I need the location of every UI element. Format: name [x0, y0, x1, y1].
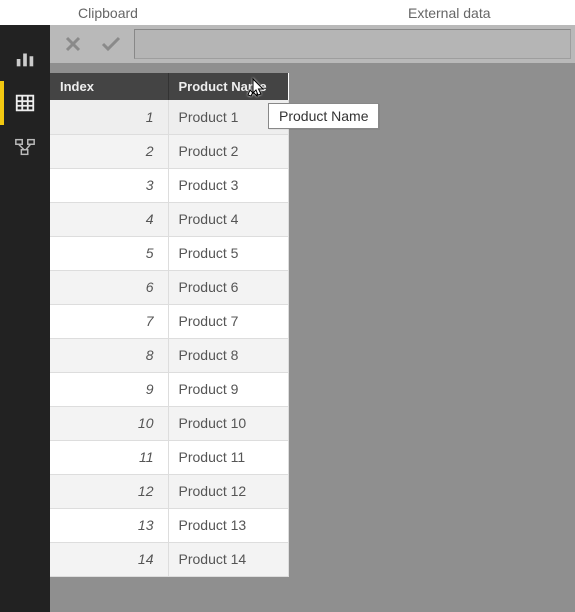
cell-product-name[interactable]: Product 13	[168, 508, 288, 542]
table-row[interactable]: 12Product 12	[50, 474, 288, 508]
formula-bar	[50, 25, 575, 63]
cell-product-name[interactable]: Product 5	[168, 236, 288, 270]
formula-accept-button[interactable]	[100, 33, 122, 55]
cell-index[interactable]: 4	[50, 202, 168, 236]
table-row[interactable]: 6Product 6	[50, 270, 288, 304]
cell-product-name[interactable]: Product 11	[168, 440, 288, 474]
cell-index[interactable]: 1	[50, 100, 168, 134]
check-icon	[101, 35, 121, 53]
table-row[interactable]: 4Product 4	[50, 202, 288, 236]
cell-index[interactable]: 13	[50, 508, 168, 542]
table-row[interactable]: 8Product 8	[50, 338, 288, 372]
cell-index[interactable]: 10	[50, 406, 168, 440]
ribbon-label-clipboard: Clipboard	[78, 5, 138, 21]
table-icon	[14, 92, 36, 114]
table-row[interactable]: 2Product 2	[50, 134, 288, 168]
data-table: Index Product Name 1Product 1 2Product 2…	[50, 73, 289, 577]
cell-index[interactable]: 8	[50, 338, 168, 372]
ribbon-group-labels: Clipboard External data	[0, 0, 575, 25]
bar-chart-icon	[14, 48, 36, 70]
cell-product-name[interactable]: Product 7	[168, 304, 288, 338]
cell-product-name[interactable]: Product 3	[168, 168, 288, 202]
relationships-icon	[14, 137, 36, 157]
cell-product-name[interactable]: Product 14	[168, 542, 288, 576]
cell-index[interactable]: 2	[50, 134, 168, 168]
cell-product-name[interactable]: Product 10	[168, 406, 288, 440]
x-icon	[64, 35, 82, 53]
cell-index[interactable]: 11	[50, 440, 168, 474]
nav-data-view[interactable]	[0, 81, 50, 125]
table-row[interactable]: 9Product 9	[50, 372, 288, 406]
column-header-index[interactable]: Index	[50, 73, 168, 100]
table-row[interactable]: 11Product 11	[50, 440, 288, 474]
cell-index[interactable]: 9	[50, 372, 168, 406]
cell-product-name[interactable]: Product 9	[168, 372, 288, 406]
cell-product-name[interactable]: Product 8	[168, 338, 288, 372]
cell-product-name[interactable]: Product 4	[168, 202, 288, 236]
ribbon-label-external-data: External data	[408, 5, 491, 21]
cell-index[interactable]: 7	[50, 304, 168, 338]
view-navrail	[0, 25, 50, 612]
cell-product-name[interactable]: Product 6	[168, 270, 288, 304]
formula-input[interactable]	[134, 29, 571, 59]
cell-product-name[interactable]: Product 12	[168, 474, 288, 508]
cell-index[interactable]: 14	[50, 542, 168, 576]
nav-report-view[interactable]	[0, 37, 50, 81]
table-row[interactable]: 14Product 14	[50, 542, 288, 576]
table-row[interactable]: 13Product 13	[50, 508, 288, 542]
cell-index[interactable]: 12	[50, 474, 168, 508]
table-row[interactable]: 1Product 1	[50, 100, 288, 134]
table-row[interactable]: 5Product 5	[50, 236, 288, 270]
formula-cancel-button[interactable]	[62, 33, 84, 55]
cell-product-name[interactable]: Product 2	[168, 134, 288, 168]
cell-index[interactable]: 3	[50, 168, 168, 202]
table-row[interactable]: 10Product 10	[50, 406, 288, 440]
cell-index[interactable]: 5	[50, 236, 168, 270]
table-row[interactable]: 3Product 3	[50, 168, 288, 202]
column-header-product-name[interactable]: Product Name	[168, 73, 288, 100]
data-table-container: Index Product Name 1Product 1 2Product 2…	[50, 63, 575, 577]
cell-index[interactable]: 6	[50, 270, 168, 304]
nav-model-view[interactable]	[0, 125, 50, 169]
table-row[interactable]: 7Product 7	[50, 304, 288, 338]
column-tooltip: Product Name	[268, 103, 379, 129]
